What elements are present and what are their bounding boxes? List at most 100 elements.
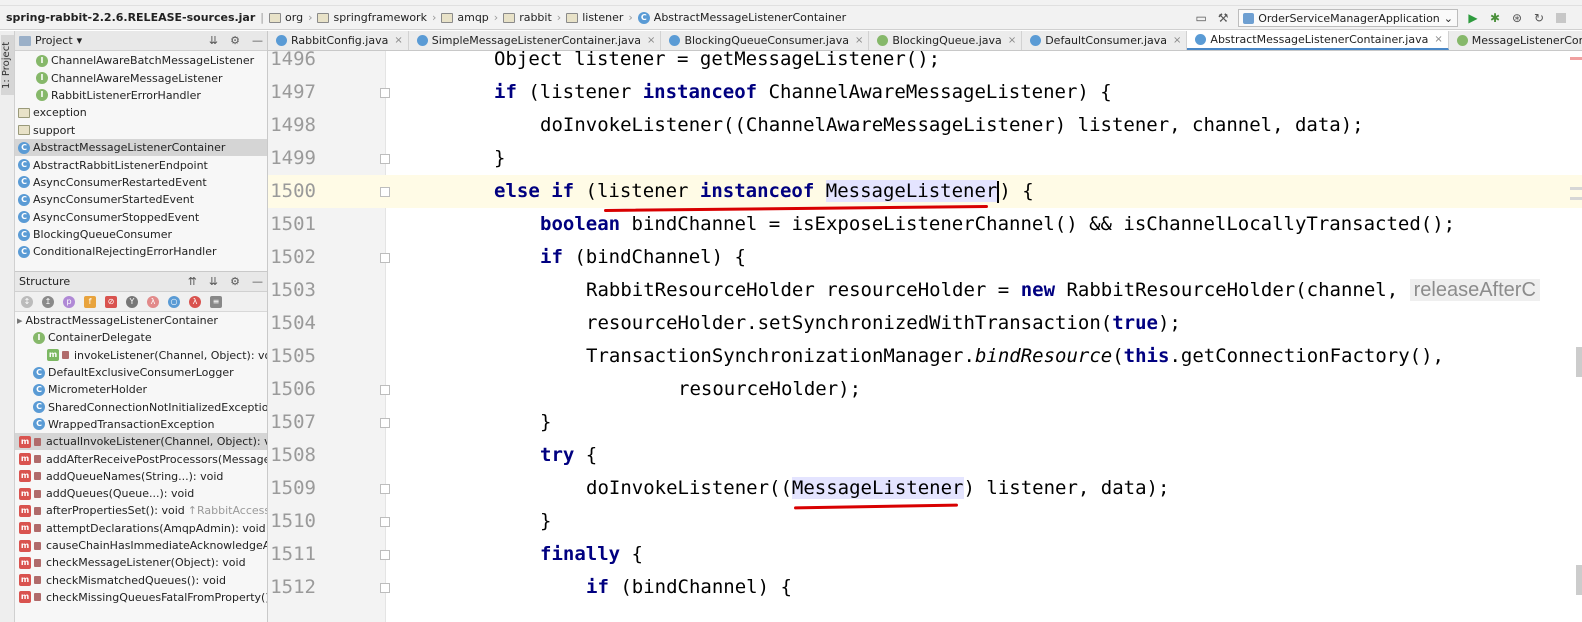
tree-item[interactable]: C BlockingQueueConsumer <box>15 226 267 243</box>
code-line: 1501 boolean bindChannel = isExposeListen… <box>268 208 1582 241</box>
code-line: 1509 doInvokeListener((MessageListener) l… <box>268 472 1582 505</box>
fold-marker-icon[interactable] <box>380 385 390 395</box>
tree-item[interactable]: I ChannelAwareMessageListener <box>15 69 267 86</box>
build-hammer-icon[interactable]: ⚒ <box>1216 11 1230 25</box>
structure-item[interactable]: C SharedConnectionNotInitializedException <box>15 398 267 415</box>
show-properties-icon[interactable]: p <box>63 295 75 308</box>
close-icon[interactable]: × <box>1008 35 1016 46</box>
fold-marker-icon[interactable] <box>380 154 390 164</box>
fold-marker-icon[interactable] <box>380 583 390 593</box>
show-fields-icon[interactable]: f <box>84 295 96 308</box>
line-number: 1508 <box>270 444 316 466</box>
structure-item[interactable]: I ContainerDelegate <box>15 329 267 346</box>
tree-item[interactable]: I ChannelAwareBatchMessageListener <box>15 52 267 69</box>
fold-marker-icon[interactable] <box>380 517 390 527</box>
breadcrumb-item-springframework[interactable]: springframework <box>313 6 430 30</box>
structure-item[interactable]: m causeChainHasImmediateAcknowledgeAmqpE <box>15 537 267 554</box>
sort-visibility-icon[interactable]: ↥ <box>42 295 54 308</box>
close-icon[interactable]: × <box>647 35 655 46</box>
structure-root[interactable]: ▸ AbstractMessageListenerContainer <box>15 312 267 329</box>
autoscroll-icon[interactable]: ≡ <box>210 295 222 308</box>
editor-tab[interactable]: DefaultConsumer.java × <box>1022 31 1188 50</box>
tree-item[interactable]: C AsyncConsumerStartedEvent <box>15 191 267 208</box>
visibility-icon <box>34 558 41 567</box>
chevron-down-icon[interactable]: ▾ <box>77 34 83 47</box>
breadcrumb-item-rabbit[interactable]: rabbit <box>499 6 556 30</box>
code-text: finally { <box>540 538 643 571</box>
debug-icon[interactable]: ✱ <box>1488 11 1502 25</box>
profile-icon[interactable]: ↻ <box>1532 11 1546 25</box>
editor-tab[interactable]: AbstractMessageListenerContainer.java × <box>1187 31 1449 50</box>
code-editor[interactable]: 1496 Object listener = getMessageListener… <box>268 51 1582 622</box>
show-inherited-icon[interactable]: Y <box>126 295 138 308</box>
window-icon[interactable]: ▭ <box>1194 11 1208 25</box>
structure-item[interactable]: m checkMessageListener(Object): void <box>15 554 267 571</box>
fold-marker-icon[interactable] <box>380 484 390 494</box>
run-configuration-select[interactable]: OrderServiceManagerApplication ⌄ <box>1238 9 1458 27</box>
breadcrumb-current[interactable]: C AbstractMessageListenerContainer <box>634 6 850 30</box>
structure-item[interactable]: m checkMismatchedQueues(): void <box>15 571 267 588</box>
close-icon[interactable]: × <box>394 35 402 46</box>
structure-item[interactable]: m attemptDeclarations(AmqpAdmin): void <box>15 520 267 537</box>
structure-item[interactable]: m addQueues(Queue...): void <box>15 485 267 502</box>
coverage-icon[interactable]: ⊛ <box>1510 11 1524 25</box>
breadcrumb-label: org <box>285 11 304 24</box>
close-icon[interactable]: × <box>1434 34 1442 45</box>
show-non-public-icon[interactable]: ⊘ <box>105 295 117 308</box>
structure-item[interactable]: m actualInvokeListener(Channel, Object): … <box>15 433 267 451</box>
collapse-all-icon[interactable]: ⇊ <box>209 275 218 288</box>
fold-marker-icon[interactable] <box>380 88 390 98</box>
minimize-icon[interactable]: — <box>252 34 263 47</box>
breadcrumb-item-org[interactable]: org <box>265 6 307 30</box>
close-icon[interactable]: × <box>1173 35 1181 46</box>
breadcrumb-item-amqp[interactable]: amqp <box>437 6 492 30</box>
editor-tab[interactable]: RabbitConfig.java × <box>268 31 409 50</box>
editor-tab[interactable]: BlockingQueueConsumer.java × <box>661 31 870 50</box>
show-anonymous-icon[interactable]: ○ <box>168 295 180 308</box>
structure-item-label: MicrometerHolder <box>48 383 148 397</box>
structure-item[interactable]: m afterPropertiesSet(): void↑RabbitAccess… <box>15 502 267 519</box>
structure-item[interactable]: m addAfterReceivePostProcessors(MessagePo… <box>15 450 267 467</box>
minimize-icon[interactable]: — <box>252 275 263 288</box>
left-tool-strip: 1: Project <box>0 31 15 622</box>
structure-item[interactable]: m checkMissingQueuesFatalFromProperty(): … <box>15 589 267 606</box>
editor-tab[interactable]: SimpleMessageListenerContainer.java × <box>409 31 662 50</box>
gear-icon[interactable]: ⚙ <box>230 34 240 47</box>
editor-scrollbar-markers[interactable] <box>1570 51 1582 622</box>
tree-item[interactable]: C AbstractRabbitListenerEndpoint <box>15 156 267 173</box>
collapse-icon[interactable]: ⇊ <box>209 34 218 47</box>
show-lambdas-icon[interactable]: λ <box>147 295 159 308</box>
tree-item[interactable]: I RabbitListenerErrorHandler <box>15 87 267 104</box>
tree-item[interactable]: C ConditionalRejectingErrorHandler <box>15 243 267 260</box>
fold-marker-icon[interactable] <box>380 418 390 428</box>
tree-item-label: AsyncConsumerStoppedEvent <box>33 210 200 224</box>
stop-icon[interactable] <box>1554 11 1568 25</box>
structure-item[interactable]: C DefaultExclusiveConsumerLogger <box>15 364 267 381</box>
structure-item[interactable]: C MicrometerHolder <box>15 381 267 398</box>
editor-tab[interactable]: BlockingQueue.java × <box>869 31 1023 50</box>
sort-alpha-icon[interactable]: ↕ <box>21 295 33 308</box>
run-icon[interactable]: ▶ <box>1466 11 1480 25</box>
project-tool-button[interactable]: 1: Project <box>1 35 14 95</box>
fold-marker-icon[interactable] <box>380 253 390 263</box>
tree-item[interactable]: C AsyncConsumerStoppedEvent <box>15 209 267 226</box>
tree-item[interactable]: C AbstractMessageListenerContainer <box>15 138 267 157</box>
expand-all-icon[interactable]: ⇈ <box>188 275 197 288</box>
tree-item[interactable]: C AsyncConsumerRestartedEvent <box>15 174 267 191</box>
editor-tab[interactable]: MessageListenerContainer.java× <box>1449 31 1582 50</box>
tree-item[interactable]: support <box>15 122 267 139</box>
structure-item[interactable]: m addQueueNames(String...): void <box>15 468 267 485</box>
fold-marker-icon[interactable] <box>380 187 390 197</box>
code-line: 1500 else if (listener instanceof Message… <box>268 175 1582 208</box>
navigation-bar: spring-rabbit-2.2.6.RELEASE-sources.jar … <box>0 6 1582 30</box>
structure-item[interactable]: C WrappedTransactionException <box>15 416 267 433</box>
breadcrumb-jar[interactable]: spring-rabbit-2.2.6.RELEASE-sources.jar <box>0 6 259 30</box>
show-toplevel-icon[interactable]: λ <box>189 295 201 308</box>
tree-item-label: ChannelAwareMessageListener <box>51 71 223 85</box>
structure-item[interactable]: m invokeListener(Channel, Object): void <box>15 347 267 364</box>
breadcrumb-item-listener[interactable]: listener <box>562 6 627 30</box>
gear-icon[interactable]: ⚙ <box>230 275 240 288</box>
tree-item[interactable]: exception <box>15 104 267 121</box>
close-icon[interactable]: × <box>855 35 863 46</box>
fold-marker-icon[interactable] <box>380 550 390 560</box>
